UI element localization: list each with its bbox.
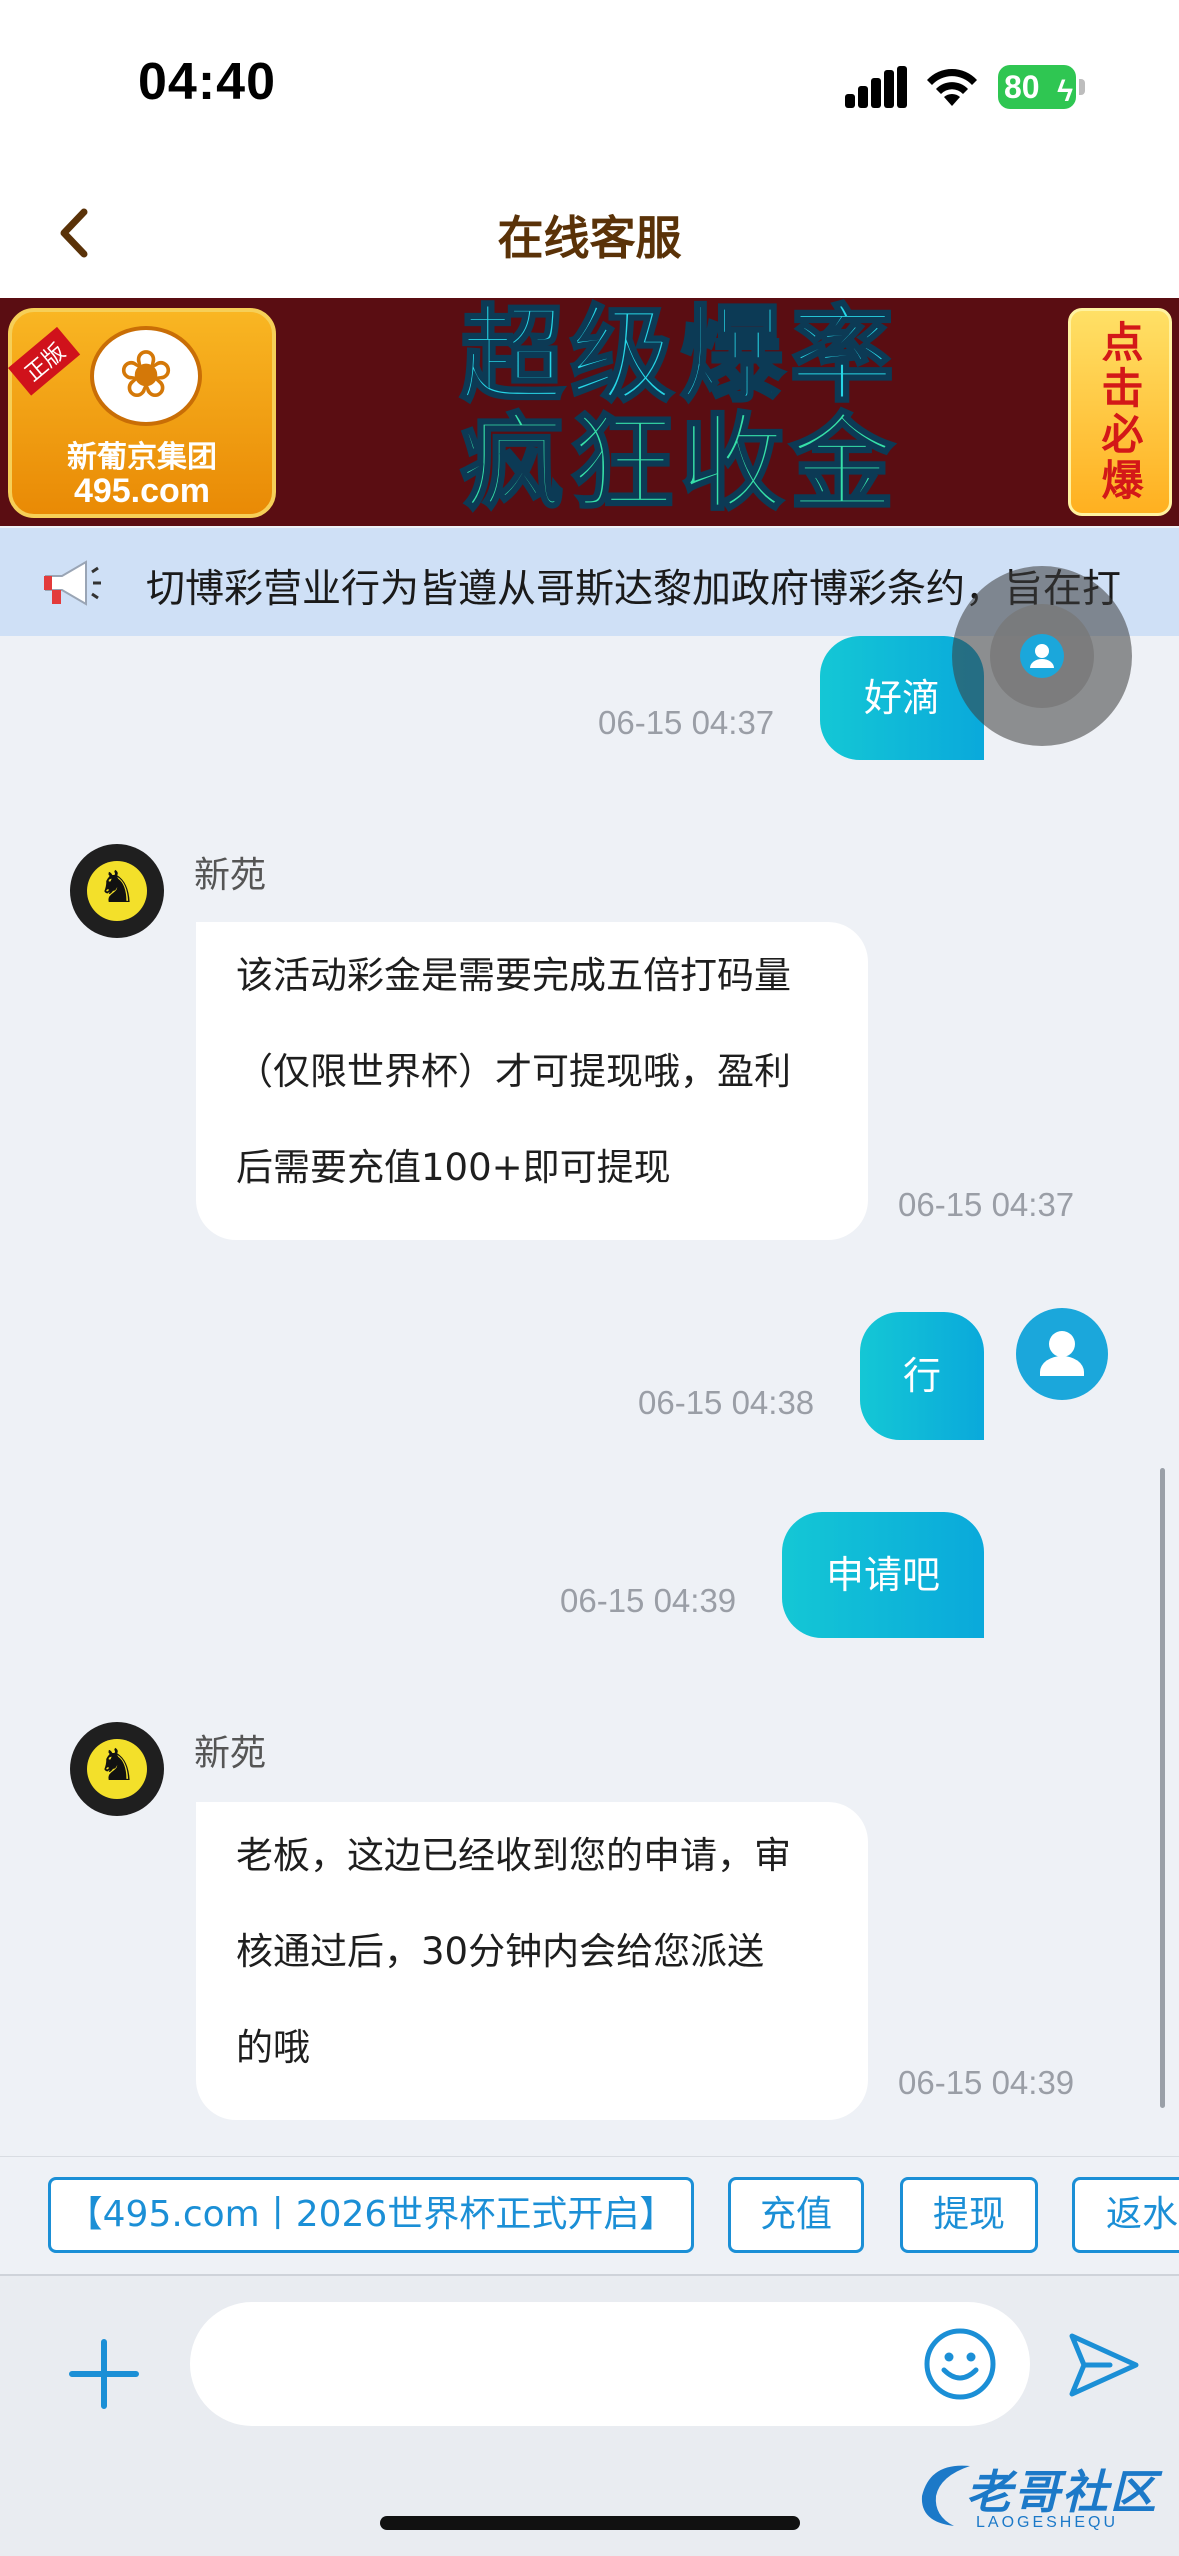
banner-cta-button[interactable]: 点击必爆 <box>1068 308 1172 516</box>
page-title: 在线客服 <box>497 211 682 265</box>
user-message-bubble[interactable]: 行 <box>860 1312 984 1440</box>
logo-name: 新葡京集团 <box>67 440 217 475</box>
send-icon[interactable] <box>1066 2330 1142 2400</box>
agent-message-bubble[interactable]: 该活动彩金是需要完成五倍打码量 （仅限世界杯）才可提现哦，盈利 后需要充值100… <box>196 922 868 1240</box>
message-timestamp: 06-15 04:39 <box>898 2064 1075 2101</box>
message-line: （仅限世界杯）才可提现哦，盈利 <box>236 1050 791 1093</box>
quick-reply-deposit[interactable]: 充值 <box>728 2177 864 2253</box>
logo-ribbon: 正版 <box>8 326 81 396</box>
person-icon <box>1040 1331 1084 1376</box>
message-input[interactable] <box>190 2302 1030 2426</box>
watermark-logo: 老哥社区 LAOGESHEQU <box>910 2452 1172 2542</box>
quick-reply-withdraw[interactable]: 提现 <box>900 2177 1038 2253</box>
nav-bar: 在线客服 <box>0 170 1179 298</box>
banner-headline-2: 疯狂收金 <box>458 402 900 524</box>
message-text: 好滴 <box>863 676 940 720</box>
agent-avatar <box>70 1722 164 1816</box>
promo-banner[interactable]: 正版 新葡京集团 495.com 超级爆率 疯狂收金 点击必爆 <box>0 298 1179 526</box>
message-line: 老板，这边已经收到您的申请，审 <box>236 1834 791 1877</box>
agent-name: 新苑 <box>194 1733 267 1774</box>
agent-message-bubble[interactable]: 老板，这边已经收到您的申请，审 核通过后，30分钟内会给您派送 的哦 <box>196 1802 868 2120</box>
chat-scrollbar[interactable] <box>1160 1468 1165 2108</box>
battery-icon: 80 ϟ <box>998 65 1085 109</box>
message-text: 行 <box>902 1354 941 1398</box>
message-line: 该活动彩金是需要完成五倍打码量 <box>236 954 791 997</box>
charging-bolt-icon: ϟ <box>1057 75 1073 108</box>
status-time: 04:40 <box>138 53 276 111</box>
brand-logo: 正版 新葡京集团 495.com <box>8 308 276 518</box>
home-indicator[interactable] <box>380 2516 800 2530</box>
message-timestamp: 06-15 04:38 <box>638 1384 815 1421</box>
floating-support-button[interactable] <box>952 566 1132 746</box>
quick-reply-bar: 【495.com丨2026世界杯正式开启】 充值 提现 返水 <box>0 2156 1179 2274</box>
user-avatar <box>1016 1308 1108 1400</box>
user-message-bubble[interactable]: 申请吧 <box>782 1512 984 1638</box>
chat-area[interactable]: 好滴 06-15 04:37 新苑 该活动彩金是需要完成五倍打码量 （仅限世界杯… <box>0 636 1179 2156</box>
megaphone-icon <box>44 560 101 606</box>
watermark-text: 老哥社区 <box>966 2465 1158 2519</box>
quick-reply-rebate[interactable]: 返水 <box>1072 2177 1179 2253</box>
watermark-subtext: LAOGESHEQU <box>976 2514 1119 2531</box>
message-line: 的哦 <box>236 2026 310 2069</box>
message-timestamp: 06-15 04:39 <box>560 1582 737 1619</box>
plus-icon[interactable] <box>66 2336 142 2412</box>
quick-reply-worldcup[interactable]: 【495.com丨2026世界杯正式开启】 <box>48 2177 694 2253</box>
agent-name: 新苑 <box>194 855 267 896</box>
wifi-icon <box>927 69 977 106</box>
banner-headline-1: 超级爆率 <box>458 298 900 416</box>
agent-avatar <box>70 844 164 938</box>
message-timestamp: 06-15 04:37 <box>898 1186 1075 1223</box>
logo-domain: 495.com <box>73 472 211 510</box>
message-line: 后需要充值100+即可提现 <box>236 1146 671 1189</box>
message-timestamp: 06-15 04:37 <box>598 704 775 741</box>
person-icon <box>1020 634 1064 678</box>
status-bar: 04:40 80 ϟ <box>0 0 1179 170</box>
cellular-signal-icon <box>845 66 907 108</box>
lotus-emblem-icon <box>90 326 202 426</box>
emoji-icon[interactable] <box>922 2326 998 2402</box>
battery-level: 80 <box>1004 69 1040 105</box>
message-line: 核通过后，30分钟内会给您派送 <box>236 1930 765 1973</box>
message-text: 申请吧 <box>825 1553 940 1597</box>
input-bar: 老哥社区 LAOGESHEQU <box>0 2274 1179 2556</box>
